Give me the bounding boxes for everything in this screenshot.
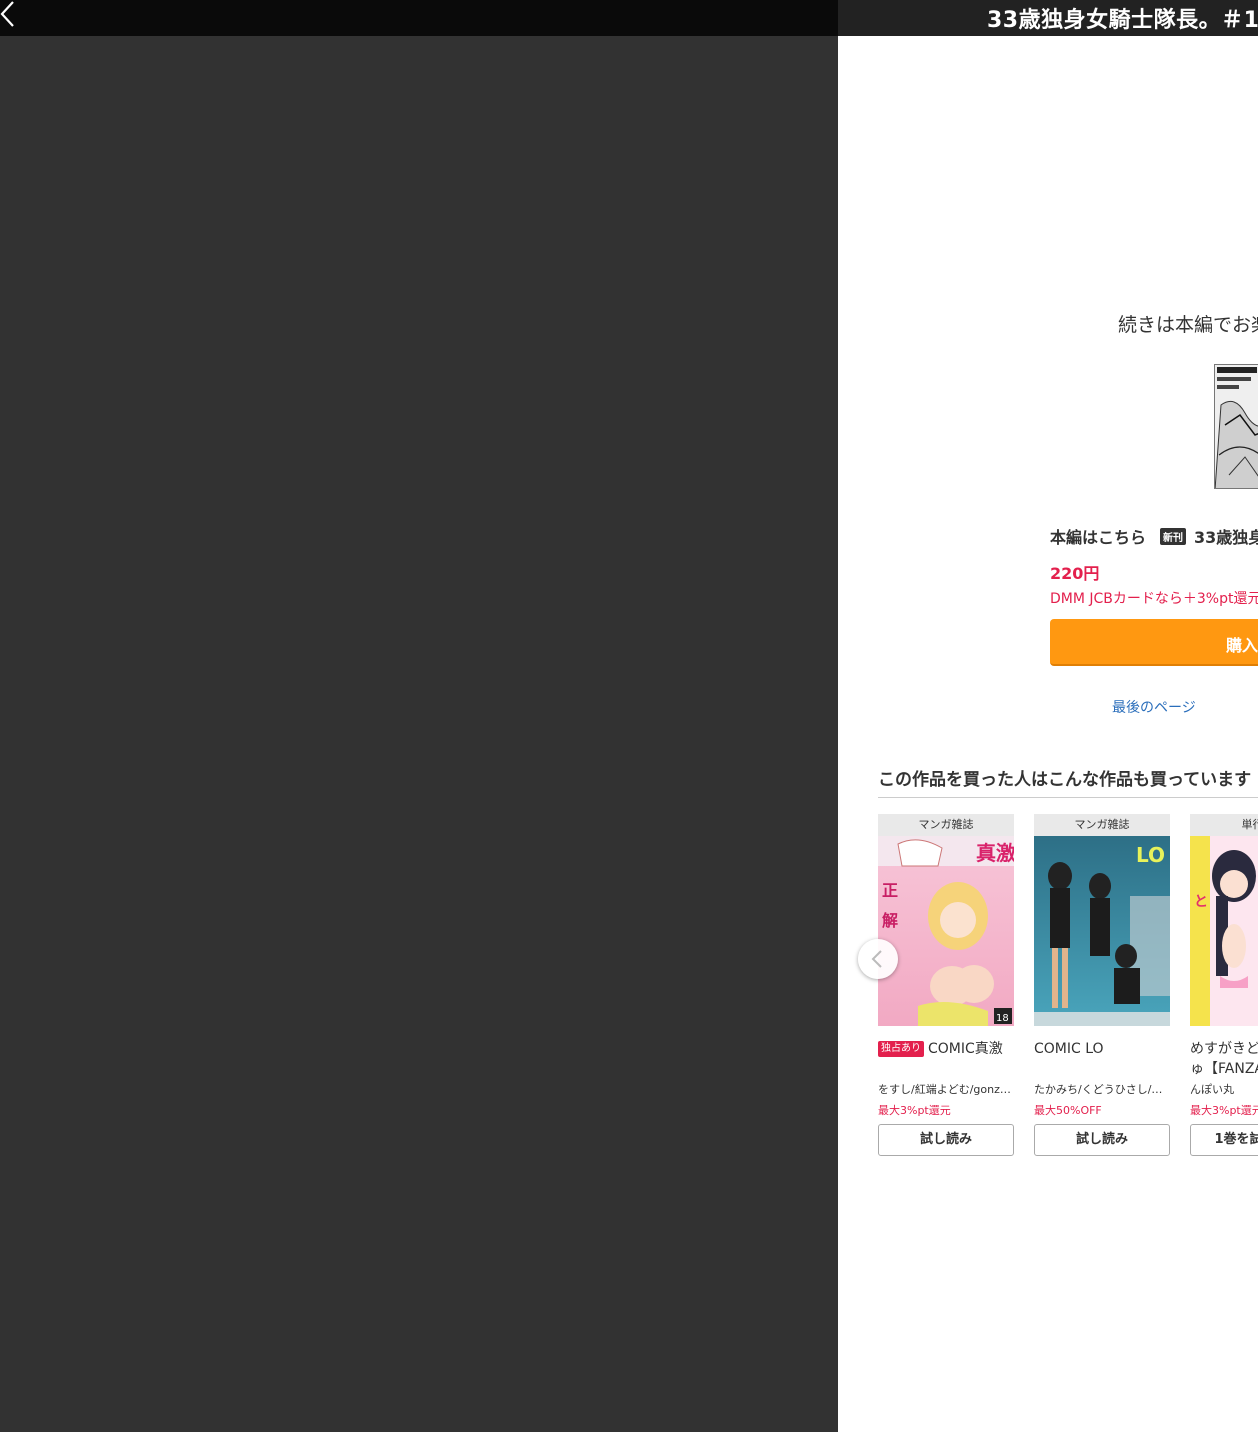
last-page-link[interactable]: 最後のページ — [1112, 697, 1196, 717]
recommendation-card[interactable]: マンガ雑誌 LO COMIC LO たかみち/くどうひさし/… 最大50%OFF… — [1034, 814, 1170, 1156]
svg-text:と: と — [1194, 894, 1208, 910]
card-reward-note: DMM JCBカードなら＋3%pt還元 — [1050, 591, 1258, 607]
viewer-toolbar — [0, 0, 838, 36]
card-category: 単行本 — [1190, 814, 1258, 836]
card-promo: 最大3%pt還元 — [878, 1104, 951, 1117]
card-cover-image[interactable]: LO — [1034, 836, 1170, 1026]
back-button[interactable] — [0, 0, 24, 30]
svg-text:解: 解 — [882, 911, 898, 930]
card-title[interactable]: COMIC真激 — [928, 1039, 1003, 1059]
card-promo: 最大50%OFF — [1034, 1104, 1102, 1117]
main-work-title[interactable]: 33歳独身女騎士隊長。 — [1194, 524, 1258, 548]
exclusive-badge: 独占あり — [878, 1041, 924, 1057]
chevron-left-icon — [0, 1, 14, 27]
card-promo: 最大3%pt還元 — [1190, 1104, 1258, 1117]
continue-message: 続きは本編でお楽しみください — [1118, 314, 1258, 336]
buy-button-label: 購入 — [1226, 636, 1258, 655]
page-viewer-area[interactable] — [0, 36, 838, 1432]
buy-button[interactable]: 購入 — [1050, 619, 1258, 666]
trial-read-button[interactable]: 1巻を試し読み — [1190, 1124, 1258, 1156]
svg-text:真激: 真激 — [976, 841, 1014, 865]
work-title: 33歳独身女騎士隊長。＃1 — [987, 8, 1258, 33]
svg-text:18: 18 — [996, 1013, 1009, 1024]
chevron-left-icon — [871, 950, 882, 968]
card-title[interactable]: COMIC LO — [1034, 1039, 1104, 1059]
card-title[interactable]: めすがきど… — [1190, 1039, 1258, 1059]
card-authors: んぽい丸 — [1190, 1083, 1234, 1096]
carousel-prev-button[interactable] — [858, 939, 898, 979]
svg-text:正: 正 — [882, 881, 898, 900]
card-title-row: 独占あり COMIC真激 — [878, 1039, 1014, 1079]
card-category: マンガ雑誌 — [1034, 814, 1170, 836]
card-category: マンガ雑誌 — [878, 814, 1014, 836]
new-release-badge: 新刊 — [1160, 527, 1187, 545]
book-cover-thumbnail[interactable] — [1214, 364, 1258, 489]
trial-read-button[interactable]: 試し読み — [878, 1124, 1014, 1156]
price: 220円 — [1050, 564, 1100, 583]
panel-header: 33歳独身女騎士隊長。＃1 — [838, 0, 1258, 36]
trial-read-button[interactable]: 試し読み — [1034, 1124, 1170, 1156]
recommendation-card[interactable]: マンガ雑誌 真激 正 解 18 独占あり COMIC真激 をすし/紅端よどむ/g… — [878, 814, 1014, 1156]
card-title-row: めすがきど… ゅ【FANZA — [1190, 1039, 1258, 1079]
card-authors: をすし/紅端よどむ/gonz… — [878, 1083, 1011, 1096]
main-work-label: 本編はこちら — [1050, 528, 1147, 547]
recommendations-heading: この作品を買った人はこんな作品も買っています — [878, 770, 1252, 790]
card-title-line2: ゅ【FANZA — [1190, 1061, 1258, 1077]
card-authors: たかみち/くどうひさし/… — [1034, 1083, 1163, 1096]
main-work-row: 本編はこちら 新刊 33歳独身女騎士隊長。 — [1050, 524, 1258, 548]
end-page-panel: 33歳独身女騎士隊長。＃1 続きは本編でお楽しみください 本編はこちら 新刊 3… — [838, 0, 1258, 1432]
card-cover-image[interactable]: と — [1190, 836, 1258, 1026]
card-title-row: COMIC LO — [1034, 1039, 1170, 1079]
divider — [878, 797, 1258, 798]
recommendation-card[interactable]: 単行本 と めすがきど… ゅ【FANZA んぽい丸 最大3%pt還元 1巻を試し… — [1190, 814, 1258, 1156]
svg-text:LO: LO — [1136, 843, 1165, 867]
card-cover-image[interactable]: 真激 正 解 18 — [878, 836, 1014, 1026]
